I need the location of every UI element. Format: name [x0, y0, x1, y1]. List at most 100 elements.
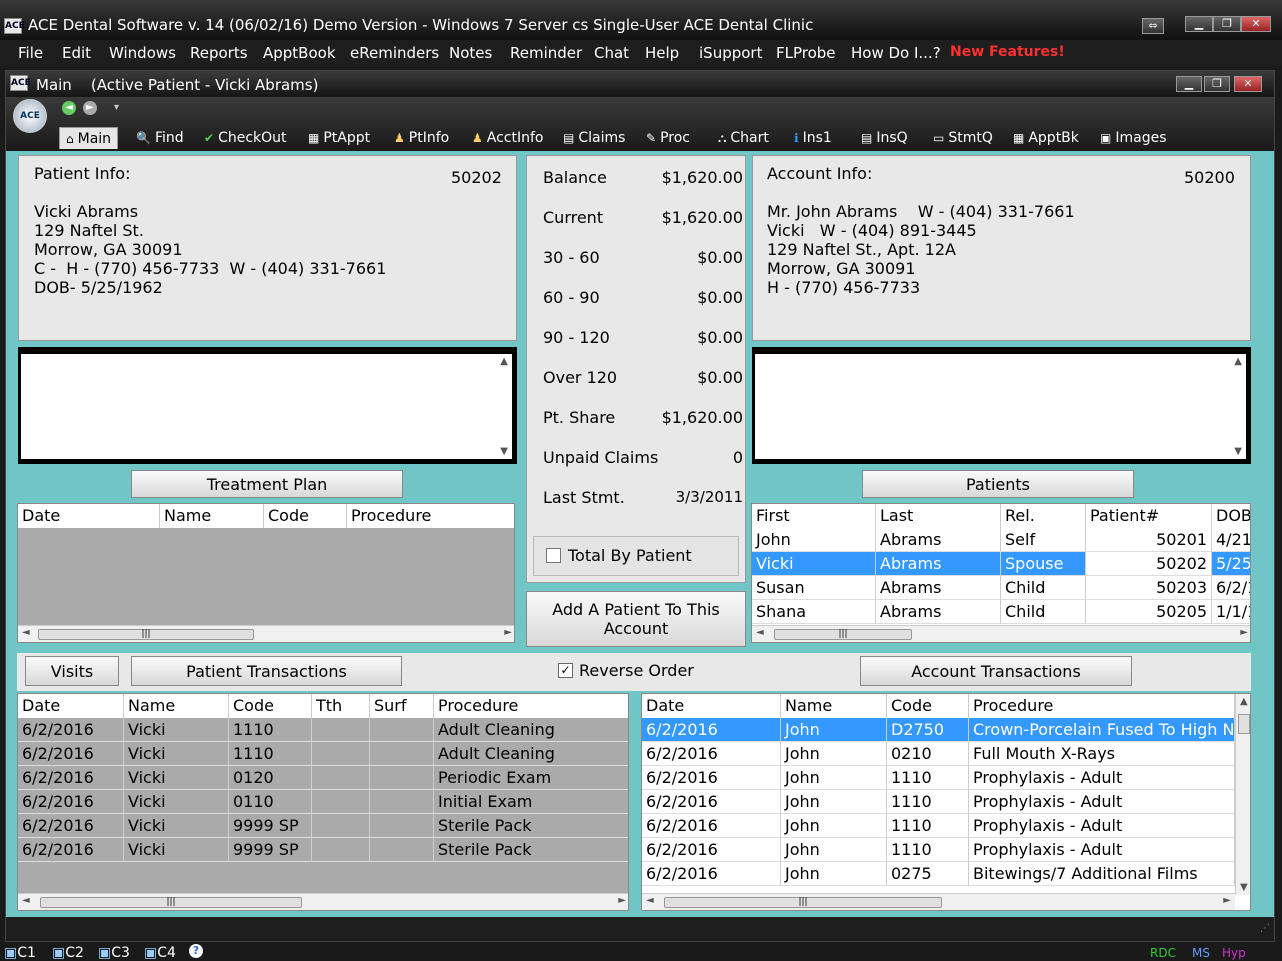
ace-orb-logo[interactable]: ACE [13, 99, 47, 133]
table-cell[interactable]: 6/2/2016 [18, 790, 124, 814]
table-cell[interactable]: Prophylaxis - Adult [969, 790, 1235, 814]
table-cell[interactable] [370, 766, 434, 790]
table-cell[interactable]: Self [1001, 528, 1086, 552]
tab-ptappt[interactable]: ▦ PtAppt [308, 127, 370, 149]
visits-button[interactable]: Visits [25, 656, 119, 686]
menu-windows[interactable]: Windows [109, 44, 176, 62]
table-cell[interactable]: Prophylaxis - Adult [969, 766, 1235, 790]
back-icon[interactable]: ◄ [62, 101, 76, 115]
table-cell[interactable]: John [781, 838, 887, 862]
table-cell[interactable]: 50201 [1086, 528, 1212, 552]
scroll-left-icon[interactable]: ◄ [22, 895, 30, 906]
table-cell[interactable]: Vicki [124, 718, 229, 742]
scroll-down-icon[interactable]: ▼ [1234, 446, 1242, 457]
table-cell[interactable]: 6/2/2016 [642, 742, 781, 766]
table-cell[interactable]: John [781, 766, 887, 790]
table-cell[interactable]: Adult Cleaning [434, 718, 628, 742]
taskbar-item-c3[interactable]: ▣C3 [98, 945, 130, 961]
menu-ereminders[interactable]: eReminders [350, 44, 439, 62]
table-cell[interactable] [370, 718, 434, 742]
scrollbar-thumb[interactable]: ||| [774, 629, 912, 640]
column-header[interactable]: Name [124, 694, 229, 718]
scrollbar-thumb[interactable]: ||| [40, 897, 302, 908]
table-cell[interactable]: 1110 [229, 718, 312, 742]
scrollbar-thumb[interactable]: ||| [38, 629, 254, 640]
tab-ins1[interactable]: ℹ Ins1 [794, 127, 832, 149]
tab-claims[interactable]: ▤ Claims [563, 127, 625, 149]
column-header[interactable]: Name [160, 504, 264, 528]
menu-flprobe[interactable]: FLProbe [776, 44, 836, 62]
menu-how-do-i[interactable]: How Do I...? [851, 44, 941, 62]
tab-chart[interactable]: ⛬ Chart [718, 127, 769, 149]
scrollbar-thumb[interactable]: ||| [664, 897, 942, 908]
tab-proc[interactable]: ✎ Proc [646, 127, 690, 149]
horizontal-scrollbar[interactable]: ◄ ||| ► [642, 893, 1235, 910]
table-cell[interactable]: 50203 [1086, 576, 1212, 600]
menu-help[interactable]: Help [645, 44, 679, 62]
menu-apptbook[interactable]: ApptBook [263, 44, 336, 62]
table-cell[interactable]: 6/2/2016 [642, 814, 781, 838]
table-cell[interactable]: Sterile Pack [434, 838, 628, 862]
table-cell[interactable]: Prophylaxis - Adult [969, 838, 1235, 862]
table-cell[interactable]: Abrams [876, 552, 1001, 576]
column-header[interactable]: Procedure [434, 694, 628, 718]
column-header[interactable]: Date [642, 694, 781, 718]
table-cell[interactable]: Shana [752, 600, 876, 624]
table-cell[interactable]: Crown-Porcelain Fused To High N [969, 718, 1235, 742]
inner-restore-button[interactable]: ❐ [1204, 76, 1230, 92]
maximize-button[interactable]: ❐ [1213, 16, 1241, 32]
tab-stmtq[interactable]: ▭ StmtQ [933, 127, 993, 149]
table-cell[interactable]: 1110 [887, 814, 969, 838]
menu-reports[interactable]: Reports [190, 44, 248, 62]
table-cell[interactable]: Abrams [876, 600, 1001, 624]
column-header[interactable]: Date [18, 694, 124, 718]
table-cell[interactable]: 0210 [887, 742, 969, 766]
patient-notes[interactable]: ▲ ▼ [21, 354, 512, 459]
inner-close-button[interactable]: ✕ [1234, 76, 1262, 92]
table-cell[interactable]: Prophylaxis - Adult [969, 814, 1235, 838]
menu-isupport[interactable]: iSupport [699, 44, 762, 62]
scroll-up-icon[interactable]: ▲ [1234, 356, 1242, 367]
table-cell[interactable]: 6/2/2016 [642, 862, 781, 886]
patient-transactions-button[interactable]: Patient Transactions [131, 656, 402, 686]
table-cell[interactable]: John [781, 814, 887, 838]
table-cell[interactable] [312, 838, 370, 862]
table-cell[interactable]: 6/2/1 [1212, 576, 1250, 600]
menu-edit[interactable]: Edit [62, 44, 91, 62]
menu-chat[interactable]: Chat [594, 44, 629, 62]
table-cell[interactable]: Abrams [876, 576, 1001, 600]
table-cell[interactable] [312, 814, 370, 838]
table-cell[interactable]: 6/2/2016 [642, 790, 781, 814]
taskbar-item-c2[interactable]: ▣C2 [52, 945, 84, 961]
tab-images[interactable]: ▣ Images [1100, 127, 1166, 149]
total-by-patient-checkbox[interactable] [546, 548, 561, 563]
table-cell[interactable]: 6/2/2016 [18, 766, 124, 790]
scroll-down-icon[interactable]: ▼ [1240, 882, 1248, 893]
column-header[interactable]: First [752, 504, 876, 528]
patients-button[interactable]: Patients [862, 470, 1134, 498]
table-cell[interactable]: Vicki [124, 838, 229, 862]
table-cell[interactable]: 1/1/1 [1212, 600, 1250, 624]
table-cell[interactable] [370, 814, 434, 838]
table-cell[interactable]: 1110 [229, 742, 312, 766]
column-header[interactable]: Rel. [1001, 504, 1086, 528]
resize-grip-icon[interactable]: ⋰ [1260, 923, 1270, 934]
scroll-right-icon[interactable]: ► [504, 627, 512, 638]
scroll-left-icon[interactable]: ◄ [22, 627, 30, 638]
column-header[interactable]: Surf [370, 694, 434, 718]
column-header[interactable]: Tth [312, 694, 370, 718]
close-button[interactable]: ✕ [1241, 16, 1271, 32]
tab-main[interactable]: ⌂ Main [59, 127, 119, 149]
treatment-plan-button[interactable]: Treatment Plan [131, 470, 403, 498]
table-cell[interactable]: 4/21 [1212, 528, 1250, 552]
table-cell[interactable]: 1110 [887, 838, 969, 862]
table-cell[interactable]: 50202 [1086, 552, 1212, 576]
table-cell[interactable]: 1110 [887, 790, 969, 814]
table-cell[interactable]: Vicki [124, 790, 229, 814]
menu-new-features[interactable]: New Features! [950, 44, 1065, 60]
table-cell[interactable]: Periodic Exam [434, 766, 628, 790]
table-cell[interactable]: Initial Exam [434, 790, 628, 814]
column-header[interactable]: Last [876, 504, 1001, 528]
table-cell[interactable] [312, 742, 370, 766]
quick-access-dropdown-icon[interactable]: ▾ [114, 102, 119, 113]
